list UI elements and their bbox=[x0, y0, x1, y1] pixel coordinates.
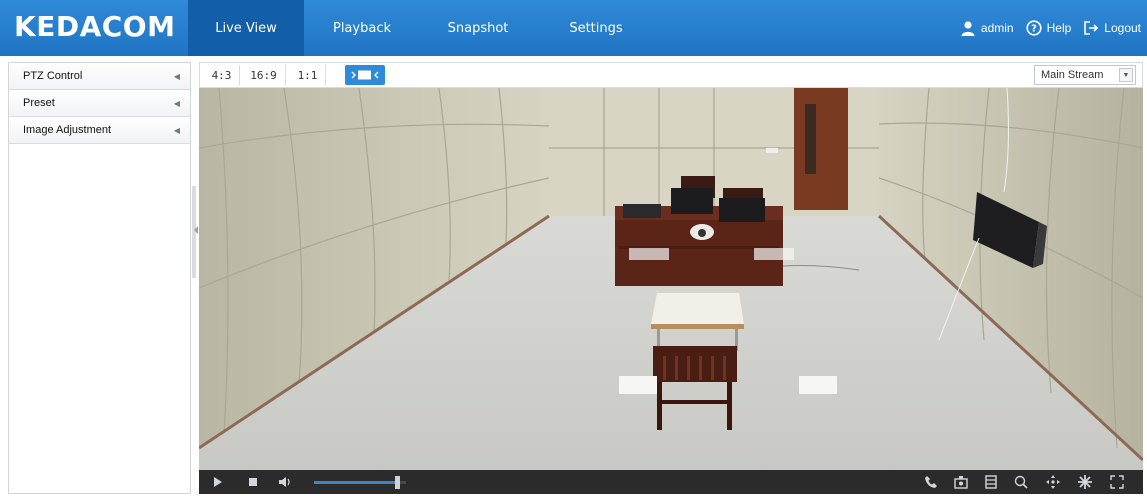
live-video-view[interactable] bbox=[199, 88, 1143, 470]
main-nav: Live View Playback Snapshot Settings bbox=[188, 0, 656, 56]
help-icon: ? bbox=[1026, 20, 1042, 36]
collapse-arrow-icon: ◀ bbox=[173, 125, 180, 135]
sidebar-item-label: Image Adjustment bbox=[23, 124, 112, 136]
collapse-arrow-icon: ◀ bbox=[173, 98, 180, 108]
header: KEDACOM Live View Playback Snapshot Sett… bbox=[0, 0, 1147, 56]
logout-icon bbox=[1084, 21, 1099, 35]
sidebar-item-preset[interactable]: Preset ◀ bbox=[9, 90, 190, 117]
tab-snapshot[interactable]: Snapshot bbox=[420, 0, 536, 56]
camera-feed-image bbox=[199, 88, 1143, 470]
fit-window-button[interactable] bbox=[345, 65, 385, 85]
chevron-down-icon: ▼ bbox=[1119, 68, 1133, 82]
kedacom-logo: KEDACOM bbox=[14, 10, 176, 43]
tab-settings[interactable]: Settings bbox=[536, 0, 656, 56]
fullscreen-icon[interactable] bbox=[1109, 474, 1125, 490]
logout-button[interactable]: Logout bbox=[1083, 20, 1141, 36]
ratio-16-9-button[interactable]: 16:9 bbox=[242, 65, 286, 85]
sidebar-item-ptz-control[interactable]: PTZ Control ◀ bbox=[9, 63, 190, 90]
stream-select[interactable]: Main Stream ▼ bbox=[1034, 65, 1136, 85]
record-icon[interactable] bbox=[983, 474, 999, 490]
svg-text:?: ? bbox=[1031, 24, 1037, 35]
sidebar-item-label: PTZ Control bbox=[23, 70, 83, 82]
collapse-sidebar-icon[interactable] bbox=[194, 226, 198, 234]
help-label: Help bbox=[1046, 21, 1072, 35]
help-button[interactable]: ? Help bbox=[1026, 20, 1072, 36]
tab-live-view[interactable]: Live View bbox=[188, 0, 304, 56]
talk-icon[interactable] bbox=[923, 474, 939, 490]
settings-icon[interactable] bbox=[1077, 474, 1093, 490]
sidebar-item-label: Preset bbox=[23, 97, 55, 109]
tab-playback[interactable]: Playback bbox=[304, 0, 420, 56]
sidebar: PTZ Control ◀ Preset ◀ Image Adjustment … bbox=[8, 62, 191, 494]
stream-select-value: Main Stream bbox=[1041, 69, 1104, 81]
volume-slider-fill bbox=[314, 481, 397, 484]
fit-window-icon bbox=[351, 70, 379, 80]
stop-icon[interactable] bbox=[245, 474, 261, 490]
ptz-icon[interactable] bbox=[1045, 474, 1061, 490]
view-toolbar: 4:3 16:9 1:1 Main Stream ▼ bbox=[199, 62, 1143, 88]
player-controls bbox=[199, 470, 1143, 494]
ratio-1-1-button[interactable]: 1:1 bbox=[290, 65, 326, 85]
volume-icon[interactable] bbox=[277, 474, 293, 490]
ratio-4-3-button[interactable]: 4:3 bbox=[204, 65, 240, 85]
collapse-arrow-icon: ◀ bbox=[173, 71, 180, 81]
snapshot-icon[interactable] bbox=[953, 474, 969, 490]
user-menu[interactable]: admin bbox=[960, 20, 1014, 36]
sidebar-item-image-adjustment[interactable]: Image Adjustment ◀ bbox=[9, 117, 190, 144]
volume-slider[interactable] bbox=[314, 476, 406, 489]
play-icon[interactable] bbox=[209, 474, 225, 490]
volume-slider-handle[interactable] bbox=[395, 476, 400, 489]
logout-label: Logout bbox=[1104, 21, 1141, 35]
zoom-icon[interactable] bbox=[1013, 474, 1029, 490]
user-icon bbox=[961, 21, 975, 36]
user-area: admin ? Help Logout bbox=[952, 0, 1141, 56]
username-label: admin bbox=[980, 21, 1014, 35]
